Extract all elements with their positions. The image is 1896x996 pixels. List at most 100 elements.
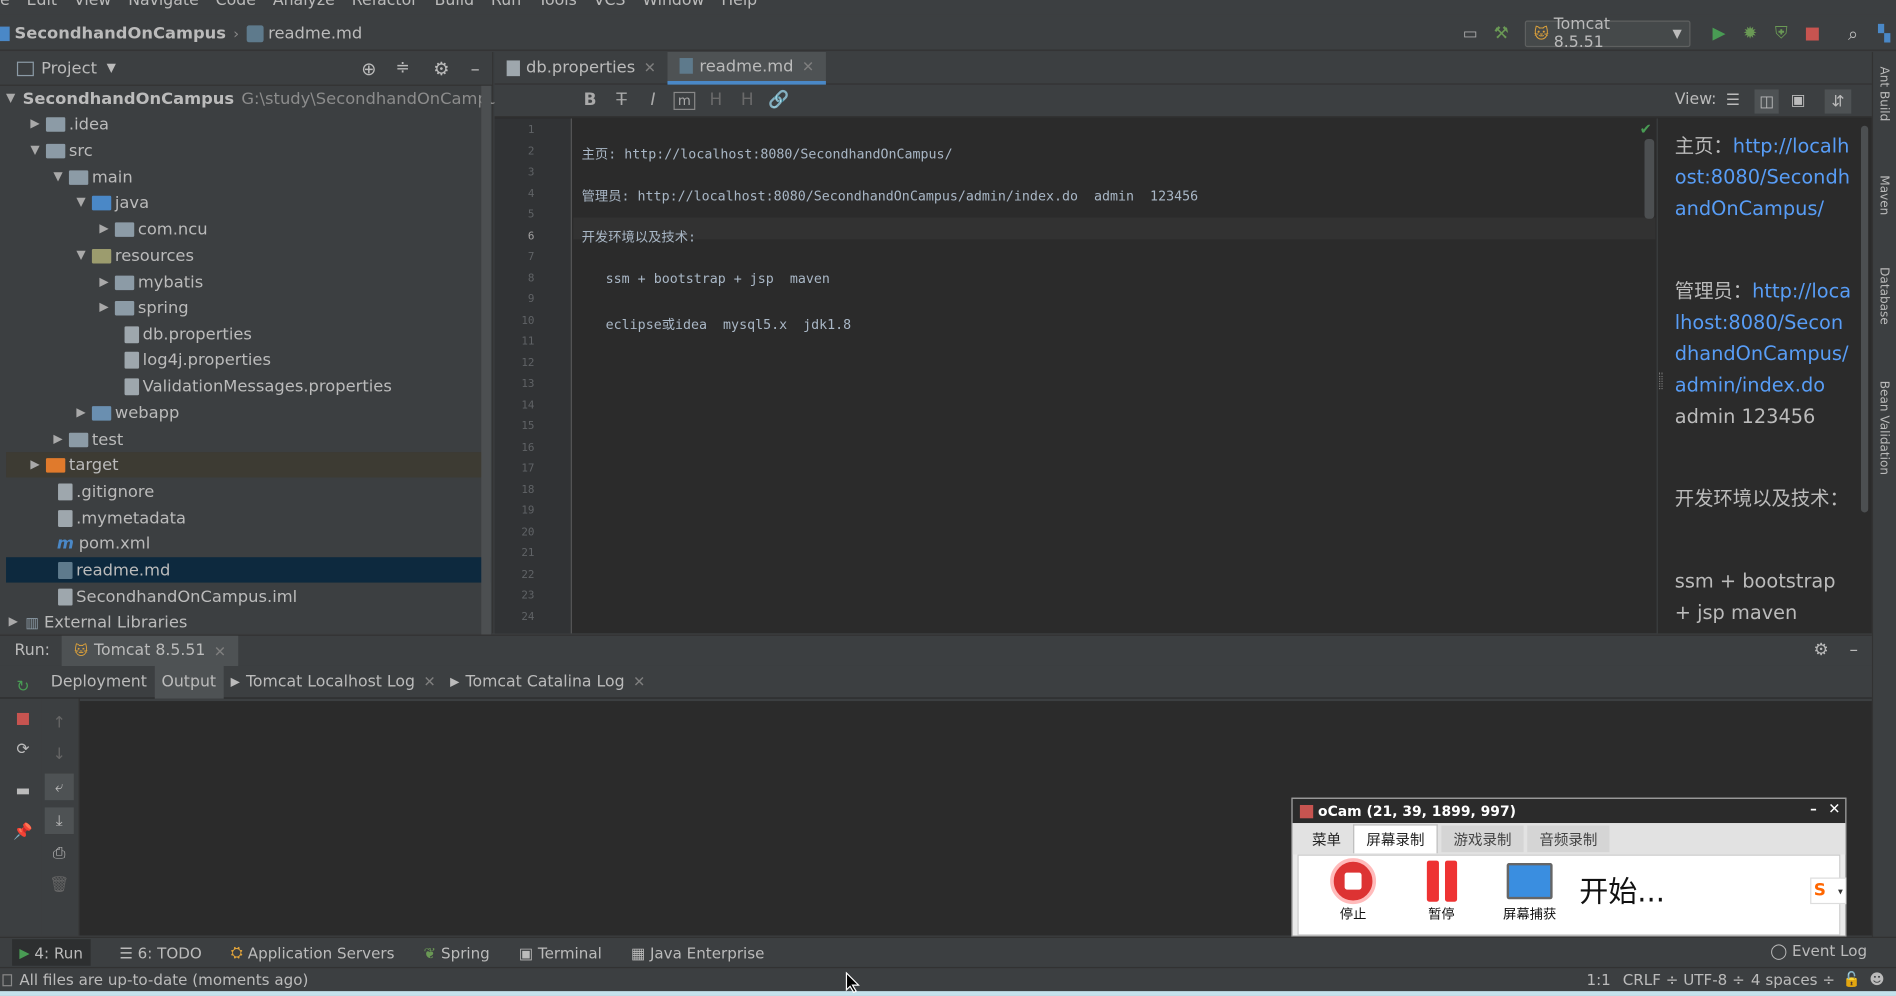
tree-item-webapp[interactable]: ▶ webapp [6,400,491,425]
tree-item-com-ncu[interactable]: ▶ com.ncu [6,216,491,241]
tool-window-event-log[interactable]: ◯ Event Log [1770,942,1867,960]
strikethrough-button[interactable]: T [606,91,637,110]
tool-window-run[interactable]: ▶ 4: Run [12,939,91,966]
ocam-stop-button[interactable]: 停止 [1319,858,1387,923]
tree-item-java[interactable]: ▼ java [6,190,491,215]
project-panel-title[interactable]: Project [41,59,97,78]
line-separator[interactable]: CRLF ÷ [1623,971,1679,989]
tree-item-main[interactable]: ▼ main [6,164,491,189]
italic-button[interactable]: I [637,91,668,110]
expand-arrow-icon[interactable]: ▶ [97,276,112,289]
menu-item-build[interactable]: Build [435,0,474,9]
expand-arrow-icon[interactable]: ▼ [51,170,66,183]
close-icon[interactable]: ✕ [802,57,814,74]
tab-tomcat-localhost-log[interactable]: ▶ Tomcat Localhost Log ✕ [223,665,443,698]
expand-arrow-icon[interactable]: ▶ [51,433,66,446]
status-toggle-icon[interactable] [2,973,13,986]
tree-item-validation-properties[interactable]: ValidationMessages.properties [6,373,491,398]
run-config-tab[interactable]: 🐱 Tomcat 8.5.51 ✕ [62,635,239,667]
minimize-icon[interactable]: – [1810,801,1817,817]
menu-item-tools[interactable]: Tools [538,0,577,9]
ocam-tab-screen-record[interactable]: 屏幕录制 [1353,824,1438,854]
tab-readme-md[interactable]: readme.md ✕ [667,51,827,85]
expand-arrow-icon[interactable]: ▼ [6,92,15,105]
menu-item-window[interactable]: Window [642,0,704,9]
tab-output[interactable]: Output [154,665,224,699]
run-config-selector[interactable]: 🐱 Tomcat 8.5.51 ▼ [1525,16,1691,52]
trash-icon[interactable]: 🗑 [49,875,69,894]
splitter-handle[interactable] [1659,372,1663,390]
layout-icon[interactable]: ▬ [13,781,32,800]
header-decrease-button[interactable]: H [732,91,763,110]
build-hammer-icon[interactable]: ⚒ [1489,22,1513,46]
expand-arrow-icon[interactable]: ▶ [97,222,112,235]
debug-icon[interactable]: ✹ [1738,22,1762,46]
arrow-up-icon[interactable]: ↑ [50,713,69,732]
menu-item-analyze[interactable]: Analyze [273,0,335,9]
soft-wrap-icon[interactable]: ⤶ [44,773,74,801]
tool-window-database[interactable]: Database [1877,267,1890,325]
tree-item-src[interactable]: ▼ src [6,138,491,163]
locate-icon[interactable]: ⊕ [358,58,380,80]
tool-window-app-servers[interactable]: ⛭ Application Servers [231,943,395,962]
code-editor[interactable]: 主页: http://localhost:8080/SecondhandOnCa… [495,118,1656,633]
breadcrumb-project[interactable]: SecondhandOnCampus [15,24,227,43]
tree-item-resources[interactable]: ▼ resources [6,243,491,268]
breadcrumb-file[interactable]: readme.md [268,24,362,43]
menu-item-file[interactable]: e [0,0,10,9]
close-icon[interactable]: ✕ [633,673,645,690]
project-scrollbar[interactable] [481,85,491,654]
hide-icon[interactable]: – [1844,641,1863,660]
chevron-down-icon[interactable]: ▼ [107,62,116,75]
preview-only-view-icon[interactable]: ▣ [1788,92,1807,110]
gear-icon[interactable]: ⚙ [430,58,452,80]
menu-item-edit[interactable]: Edit [27,0,57,9]
expand-arrow-icon[interactable]: ▼ [28,144,43,157]
tool-window-todo[interactable]: ☰ 6: TODO [119,943,202,961]
ime-widget[interactable]: S ▾ [1810,877,1847,905]
menu-item-refactor[interactable]: Refactor [352,0,418,9]
tree-item-mymetadata[interactable]: .mymetadata [6,505,491,530]
split-view-icon[interactable]: ◫ [1754,89,1779,114]
menu-item-run[interactable]: Run [491,0,521,9]
stop-icon[interactable]: ■ [1800,22,1824,46]
close-icon[interactable]: ✕ [1828,800,1840,817]
tab-tomcat-catalina-log[interactable]: ▶ Tomcat Catalina Log ✕ [443,665,653,698]
tab-deployment[interactable]: Deployment [44,665,155,698]
coverage-icon[interactable]: ⛨ [1769,22,1793,46]
menu-item-view[interactable]: View [74,0,111,9]
search-icon[interactable]: ⌕ [1841,22,1865,46]
update-icon[interactable]: ⟳ [13,740,32,759]
expand-arrow-icon[interactable]: ▶ [74,406,89,419]
collapse-all-icon[interactable]: ≑ [392,58,414,77]
tool-window-maven[interactable]: Maven [1877,175,1890,215]
scroll-to-end-icon[interactable]: ⤓ [44,807,74,835]
hide-icon[interactable]: – [464,58,486,80]
code-button[interactable]: m [673,91,696,110]
stop-icon[interactable]: ■ [13,708,32,727]
close-icon[interactable]: ✕ [423,673,435,690]
pin-icon[interactable]: 📌 [13,822,33,841]
layout-icon[interactable]: ▭ [1458,22,1482,46]
link-icon[interactable]: 🔗 [763,91,794,110]
run-icon[interactable]: ▶ [1707,22,1731,46]
tree-item-readme-md[interactable]: readme.md [6,557,491,583]
tree-item-idea[interactable]: ▶ .idea [6,111,491,136]
tree-item-mybatis[interactable]: ▶ mybatis [6,270,491,295]
expand-arrow-icon[interactable]: ▼ [74,249,89,262]
ocam-titlebar[interactable]: oCam (21, 39, 1899, 997) – ✕ [1292,798,1846,824]
project-structure-icon[interactable]: ▚ [1872,22,1896,46]
close-icon[interactable]: ✕ [644,59,656,76]
file-encoding[interactable]: UTF-8 ÷ [1683,971,1745,989]
lock-icon[interactable]: 🔓 [1843,971,1861,988]
ocam-capture-button[interactable]: 屏幕捕获 [1496,858,1564,923]
ocam-tab-menu[interactable]: 菜单 [1300,826,1353,853]
tree-item-log4j-properties[interactable]: log4j.properties [6,347,491,372]
preview-scrollbar[interactable] [1860,125,1869,513]
rerun-icon[interactable]: ↻ [13,677,32,696]
expand-arrow-icon[interactable]: ▶ [28,117,43,130]
menu-item-vcs[interactable]: VCS [594,0,626,9]
print-icon[interactable]: ⎙ [50,844,69,863]
bold-button[interactable]: B [574,91,605,110]
tool-window-terminal[interactable]: ▣ Terminal [519,943,602,961]
